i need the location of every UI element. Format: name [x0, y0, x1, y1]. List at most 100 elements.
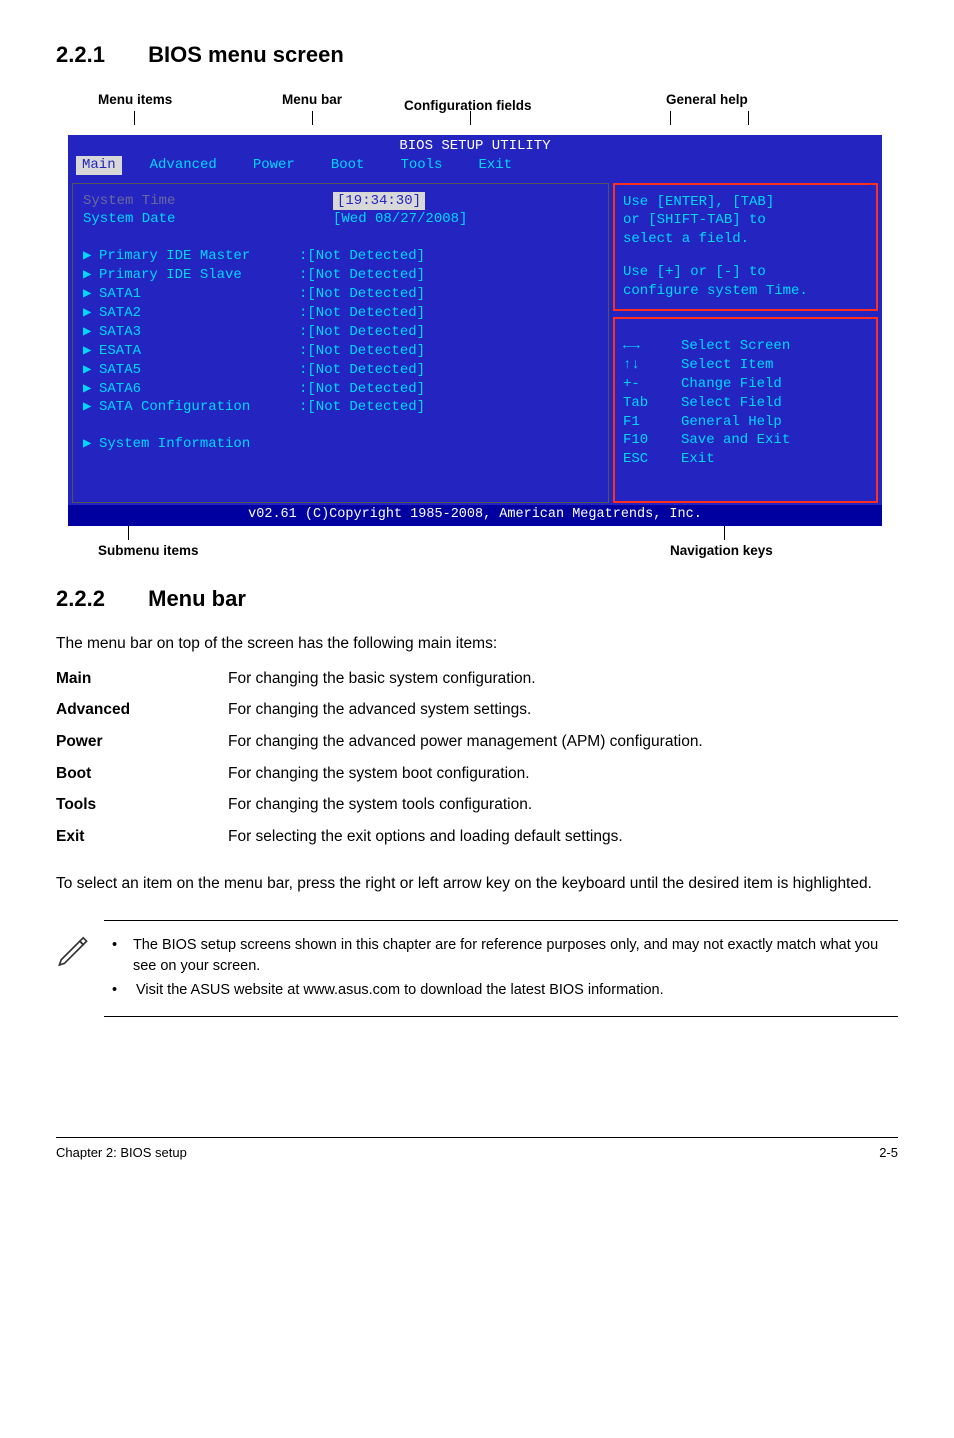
pointer-icon: ▶ — [83, 323, 99, 342]
def-term: Main — [56, 663, 228, 695]
section-num-1: 2.2.1 — [56, 40, 142, 71]
submenu-label: Primary IDE Slave — [99, 266, 299, 285]
submenu-label: SATA5 — [99, 361, 299, 380]
bios-left-pane: System Time [19:34:30] System Date [Wed … — [72, 183, 609, 504]
pointer-icon: ▶ — [83, 435, 99, 454]
system-date-row[interactable]: System Date [Wed 08/27/2008] — [83, 210, 598, 229]
submenu-value: :[Not Detected] — [299, 361, 425, 380]
bullet-icon: • — [112, 935, 133, 976]
system-time-value[interactable]: [19:34:30] — [333, 192, 425, 211]
bios-tab-main[interactable]: Main — [76, 156, 122, 175]
pointer-icon: ▶ — [83, 361, 99, 380]
table-row: BootFor changing the system boot configu… — [56, 758, 703, 790]
menu-bar-intro: The menu bar on top of the screen has th… — [56, 633, 898, 655]
bottom-callout-labels: Submenu items Navigation keys — [68, 526, 898, 556]
nav-key-row: F1General Help — [623, 413, 868, 432]
help-line: select a field. — [623, 230, 868, 249]
bios-submenu-row[interactable]: ▶SATA3:[Not Detected] — [83, 323, 598, 342]
def-term: Tools — [56, 789, 228, 821]
label-submenu-items: Submenu items — [98, 542, 199, 561]
nav-key-row: F10Save and Exit — [623, 431, 868, 450]
system-date-label: System Date — [83, 210, 283, 229]
section-heading-2: 2.2.2 Menu bar — [56, 584, 898, 615]
submenu-label: SATA1 — [99, 285, 299, 304]
nav-key: Tab — [623, 394, 681, 413]
table-row: ToolsFor changing the system tools confi… — [56, 789, 703, 821]
nav-key-row: TabSelect Field — [623, 394, 868, 413]
submenu-value: :[Not Detected] — [299, 398, 425, 417]
submenu-value: :[Not Detected] — [299, 304, 425, 323]
bios-submenu-row[interactable]: ▶SATA6:[Not Detected] — [83, 380, 598, 399]
nav-action: Select Field — [681, 394, 782, 413]
menu-definitions-table: MainFor changing the basic system config… — [56, 663, 703, 853]
section-heading-1: 2.2.1 BIOS menu screen — [56, 40, 898, 71]
page-footer: Chapter 2: BIOS setup 2-5 — [56, 1137, 898, 1162]
section-title-1: BIOS menu screen — [148, 42, 344, 67]
bios-submenu-row[interactable]: ▶SATA2:[Not Detected] — [83, 304, 598, 323]
table-row: MainFor changing the basic system config… — [56, 663, 703, 695]
help-line: configure system Time. — [623, 282, 868, 301]
submenu-value: :[Not Detected] — [299, 380, 425, 399]
bios-submenu-row[interactable]: ▶SATA1:[Not Detected] — [83, 285, 598, 304]
bullet-icon: • — [112, 980, 136, 1000]
nav-key: ←→ — [623, 337, 681, 356]
bios-submenu-row[interactable]: ▶ESATA:[Not Detected] — [83, 342, 598, 361]
bios-tab-advanced[interactable]: Advanced — [150, 156, 217, 175]
bios-submenu-row[interactable]: ▶SATA Configuration:[Not Detected] — [83, 398, 598, 417]
label-config-fields: Configuration fields — [404, 97, 532, 116]
def-desc: For changing the advanced system setting… — [228, 694, 703, 726]
submenu-value: :[Not Detected] — [299, 323, 425, 342]
submenu-system-info[interactable]: ▶ System Information — [83, 435, 598, 454]
bios-submenu-row[interactable]: ▶SATA5:[Not Detected] — [83, 361, 598, 380]
bios-submenu-row[interactable]: ▶Primary IDE Slave:[Not Detected] — [83, 266, 598, 285]
nav-key-row: ↑↓Select Item — [623, 356, 868, 375]
submenu-label: SATA3 — [99, 323, 299, 342]
bios-nav-box: ←→Select Screen↑↓Select Item+-Change Fie… — [613, 317, 878, 503]
bios-submenu-row[interactable]: ▶Primary IDE Master:[Not Detected] — [83, 247, 598, 266]
bios-tab-exit[interactable]: Exit — [478, 156, 512, 175]
submenu-label: SATA Configuration — [99, 398, 299, 417]
footer-right: 2-5 — [879, 1144, 898, 1162]
nav-key: ↑↓ — [623, 356, 681, 375]
footer-left: Chapter 2: BIOS setup — [56, 1144, 187, 1162]
nav-key-row: ESCExit — [623, 450, 868, 469]
bios-tab-tools[interactable]: Tools — [400, 156, 442, 175]
def-term: Advanced — [56, 694, 228, 726]
nav-action: Change Field — [681, 375, 782, 394]
system-time-label: System Time — [83, 192, 283, 211]
pointer-icon: ▶ — [83, 380, 99, 399]
bios-tab-boot[interactable]: Boot — [331, 156, 365, 175]
bios-tab-power[interactable]: Power — [253, 156, 295, 175]
help-line: Use [+] or [-] to — [623, 263, 868, 282]
def-desc: For changing the basic system configurat… — [228, 663, 703, 695]
system-date-value: [Wed 08/27/2008] — [333, 210, 467, 229]
bios-utility-title: BIOS SETUP UTILITY — [68, 135, 882, 156]
label-menu-bar: Menu bar — [282, 91, 342, 110]
nav-key: +- — [623, 375, 681, 394]
note-block: •The BIOS setup screens shown in this ch… — [56, 920, 898, 1017]
submenu-label: SATA6 — [99, 380, 299, 399]
submenu-label: SATA2 — [99, 304, 299, 323]
pencil-icon — [56, 920, 104, 972]
nav-action: Save and Exit — [681, 431, 790, 450]
section-title-2: Menu bar — [148, 586, 246, 611]
table-row: PowerFor changing the advanced power man… — [56, 726, 703, 758]
note-item: •The BIOS setup screens shown in this ch… — [112, 935, 898, 976]
menu-bar-paragraph: To select an item on the menu bar, press… — [56, 873, 898, 895]
note-text: The BIOS setup screens shown in this cha… — [133, 935, 898, 976]
note-text: Visit the ASUS website at www.asus.com t… — [136, 980, 664, 1000]
pointer-icon: ▶ — [83, 247, 99, 266]
label-menu-items: Menu items — [98, 91, 172, 110]
pointer-icon: ▶ — [83, 342, 99, 361]
def-term: Power — [56, 726, 228, 758]
section-num-2: 2.2.2 — [56, 584, 142, 615]
def-desc: For selecting the exit options and loadi… — [228, 821, 703, 853]
table-row: ExitFor selecting the exit options and l… — [56, 821, 703, 853]
label-navigation-keys: Navigation keys — [670, 542, 773, 561]
bios-help-box: Use [ENTER], [TAB] or [SHIFT-TAB] to sel… — [613, 183, 878, 311]
table-row: AdvancedFor changing the advanced system… — [56, 694, 703, 726]
system-time-row[interactable]: System Time [19:34:30] — [83, 192, 598, 211]
top-callout-labels: Menu items Menu bar Configuration fields… — [68, 89, 898, 135]
system-info-label: System Information — [99, 435, 250, 454]
nav-key: F1 — [623, 413, 681, 432]
